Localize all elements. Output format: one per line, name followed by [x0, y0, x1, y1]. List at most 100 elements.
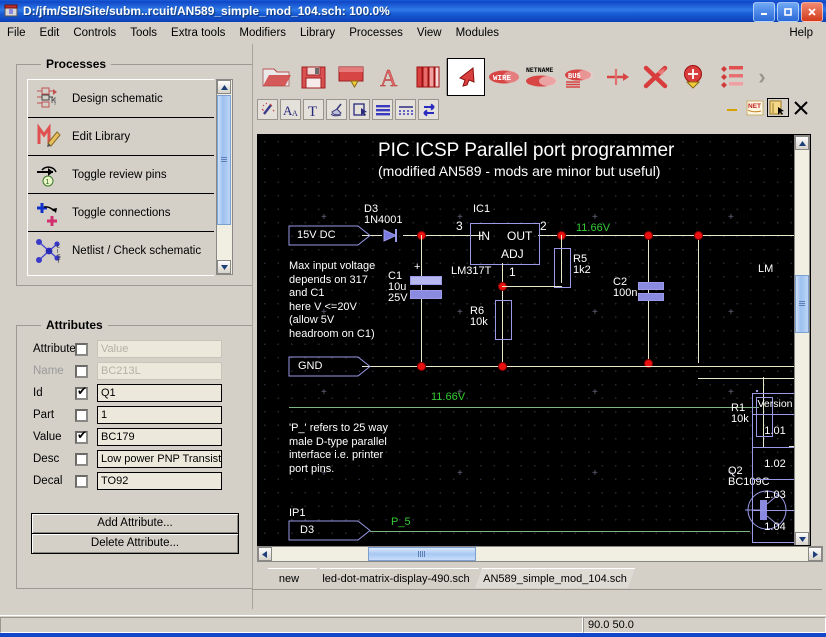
attribute-value-desc[interactable]: Low power PNP Transistor: [97, 450, 222, 468]
save-as-icon[interactable]: [333, 58, 371, 96]
canvas-vertical-scrollbar[interactable]: [794, 135, 810, 545]
attribute-checkbox-part[interactable]: [75, 408, 88, 422]
attributes-header-checkbox[interactable]: [75, 342, 88, 356]
mdi-net-icon[interactable]: NET: [744, 98, 766, 117]
layers-icon[interactable]: [372, 99, 393, 120]
menu-file[interactable]: File: [0, 25, 33, 41]
wire-segment: [502, 286, 562, 287]
processes-scrollbar[interactable]: [216, 79, 233, 275]
attribute-checkbox-id[interactable]: [75, 385, 88, 400]
scroll-left-icon[interactable]: [258, 547, 272, 561]
attribute-checkbox-value[interactable]: [75, 429, 88, 444]
attribute-label: Part: [33, 409, 55, 421]
select-arrow-icon[interactable]: [447, 58, 485, 96]
ic1-pin2: 2: [540, 219, 547, 233]
r6-body[interactable]: [495, 300, 512, 340]
attributes-header-name: Attribute: [33, 343, 76, 355]
menu-library[interactable]: Library: [293, 25, 342, 41]
tab-led-dot-matrix-display[interactable]: led-dot-matrix-display-490.sch: [313, 568, 479, 588]
mdi-restore-icon[interactable]: [767, 98, 789, 117]
minimize-button[interactable]: [753, 2, 775, 22]
h-scrollbar-thumb[interactable]: [368, 547, 476, 561]
attribute-checkbox-name[interactable]: [75, 364, 88, 378]
dotted-icon[interactable]: [395, 99, 416, 120]
svg-text:NET: NET: [748, 103, 761, 110]
tab-new[interactable]: new: [261, 568, 317, 588]
add-attribute-button[interactable]: Add Attribute...: [31, 513, 239, 534]
attribute-value-value[interactable]: BC179: [97, 428, 222, 446]
d3-value: 1N4001: [364, 214, 403, 226]
process-item-toggle-review-pins[interactable]: 1 Toggle review pins: [28, 156, 214, 194]
main-body: Processes K Design schematic Edit Librar…: [0, 44, 826, 615]
mdi-minimize-icon[interactable]: [721, 98, 743, 117]
canvas-scrollbar-thumb[interactable]: [795, 275, 809, 333]
attribute-value-decal[interactable]: TO92: [97, 472, 222, 490]
scroll-down-icon[interactable]: [217, 260, 231, 274]
process-item-netlist-check-schematic[interactable]: L I S T Netlist / Check schematic: [28, 232, 214, 270]
paint-icon[interactable]: [326, 99, 347, 120]
scroll-down-icon[interactable]: [795, 532, 809, 545]
process-item-toggle-connections[interactable]: Toggle connections: [28, 194, 214, 232]
junction-icon[interactable]: [637, 58, 675, 96]
attributes-header-value: Value: [97, 340, 222, 358]
delete-attribute-button[interactable]: Delete Attribute...: [31, 533, 239, 554]
menu-help[interactable]: Help: [782, 25, 820, 41]
r1-value: 10k: [731, 413, 749, 425]
attribute-value-id[interactable]: Q1: [97, 384, 222, 402]
menu-controls[interactable]: Controls: [66, 25, 123, 41]
maximize-button[interactable]: [777, 2, 799, 22]
process-label: Toggle connections: [72, 206, 171, 219]
window-title: D:/jfm/SBI/Site/subm..rcuit/AN589_simple…: [23, 4, 390, 18]
open-icon[interactable]: [257, 58, 295, 96]
menu-extra-tools[interactable]: Extra tools: [164, 25, 232, 41]
schematic-canvas-container[interactable]: + + + + + + + + + + + + + + + + PIC ICSP…: [257, 134, 811, 546]
menu-edit[interactable]: Edit: [33, 25, 67, 41]
voltage-label-top: 11.66V: [576, 222, 611, 234]
port-label: D3: [300, 524, 315, 536]
mdi-close-icon[interactable]: [790, 98, 812, 117]
r5-body[interactable]: [554, 248, 571, 288]
menu-modules[interactable]: Modules: [449, 25, 506, 41]
attribute-checkbox-desc[interactable]: [75, 452, 88, 466]
save-icon[interactable]: [295, 58, 333, 96]
scroll-right-icon[interactable]: [808, 547, 822, 561]
text-icon[interactable]: A: [371, 58, 409, 96]
attribute-checkbox-decal[interactable]: [75, 474, 88, 488]
list-icon[interactable]: [713, 58, 751, 96]
schematic-subtitle: (modified AN589 - mods are minor but use…: [378, 163, 661, 179]
close-button[interactable]: [801, 2, 823, 22]
canvas-horizontal-scrollbar[interactable]: [257, 546, 823, 562]
ic1-ref: IC1: [473, 203, 491, 215]
scroll-up-icon[interactable]: [795, 136, 809, 150]
netname-icon[interactable]: NETNAME: [523, 58, 561, 96]
select-area-icon[interactable]: [349, 99, 370, 120]
menu-view[interactable]: View: [410, 25, 449, 41]
attribute-value-name[interactable]: BC213L: [97, 362, 222, 380]
wire-icon[interactable]: WIRE: [485, 58, 523, 96]
menu-processes[interactable]: Processes: [342, 25, 410, 41]
tab-an589-simple-mod[interactable]: AN589_simple_mod_104.sch: [475, 568, 635, 588]
processes-scrollbar-thumb[interactable]: [217, 95, 231, 225]
netlist-icon: L I S T: [34, 237, 64, 265]
process-item-design-schematic[interactable]: K Design schematic: [28, 80, 214, 118]
pin-icon[interactable]: [599, 58, 637, 96]
swap-icon[interactable]: [418, 99, 439, 120]
magic-wand-icon[interactable]: [257, 99, 278, 120]
bus-icon[interactable]: BUS: [561, 58, 599, 96]
menu-modifiers[interactable]: Modifiers: [232, 25, 293, 41]
font-size-icon[interactable]: A A: [280, 99, 301, 120]
svg-text:WIRE: WIRE: [493, 75, 512, 83]
attribute-value-part[interactable]: 1: [97, 406, 222, 424]
schematic-canvas[interactable]: + + + + + + + + + + + + + + + + PIC ICSP…: [258, 135, 796, 545]
toolbar-more-button[interactable]: ›: [751, 57, 773, 97]
main-toolbar: A WIRE NETNAME BUS ›: [257, 57, 773, 97]
wire-segment: [698, 378, 796, 379]
component-icon[interactable]: [675, 58, 713, 96]
svg-text:T: T: [308, 104, 317, 118]
scroll-up-icon[interactable]: [217, 80, 231, 94]
library-icon[interactable]: [409, 58, 447, 96]
process-item-edit-library[interactable]: Edit Library: [28, 118, 214, 156]
menu-tools[interactable]: Tools: [123, 25, 164, 41]
text-tool-icon[interactable]: T: [303, 99, 324, 120]
junction-node: [418, 363, 425, 370]
